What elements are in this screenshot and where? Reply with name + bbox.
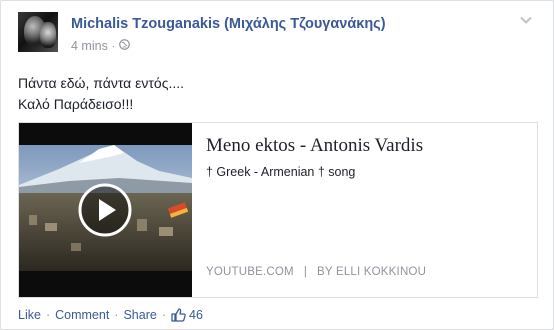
shared-link-preview[interactable]: Meno ektos - Antonis Vardis † Greek - Ar… — [18, 122, 538, 298]
link-details: Meno ektos - Antonis Vardis † Greek - Ar… — [192, 123, 537, 297]
thumbs-up-icon — [171, 308, 186, 322]
action-separator: · — [114, 308, 119, 322]
comment-button[interactable]: Comment — [55, 308, 109, 322]
link-source: YOUTUBE.COM | BY ELLI KOKKINOU — [206, 266, 426, 278]
link-source-separator: | — [303, 266, 308, 278]
avatar-figure-secondary — [40, 22, 56, 48]
meta-separator: · — [111, 40, 116, 52]
like-count-value: 46 — [189, 308, 203, 322]
globe-icon[interactable] — [119, 39, 131, 53]
author-avatar[interactable] — [18, 12, 58, 52]
post-timestamp[interactable]: 4 mins — [71, 39, 108, 53]
play-icon[interactable] — [77, 182, 133, 238]
post-text-line-1: Πάντα εδώ, πάντα εντός.... — [18, 75, 184, 91]
share-button[interactable]: Share — [123, 308, 156, 322]
author-name-link[interactable]: Michalis Tzouganakis (Μιχάλης Τζουγανάκη… — [71, 16, 386, 32]
post-text-line-2: Καλό Παράδεισο!!! — [18, 96, 134, 112]
like-count[interactable]: 46 — [171, 308, 203, 322]
action-separator: · — [45, 308, 51, 322]
link-byline[interactable]: BY ELLI KOKKINOU — [317, 266, 426, 278]
video-thumbnail[interactable] — [19, 123, 192, 297]
chevron-down-icon[interactable] — [519, 13, 533, 27]
link-description: † Greek - Armenian † song — [206, 165, 356, 179]
link-title[interactable]: Meno ektos - Antonis Vardis — [206, 135, 423, 157]
link-domain: YOUTUBE.COM — [206, 266, 294, 278]
news-feed-post: Michalis Tzouganakis (Μιχάλης Τζουγανάκη… — [0, 0, 554, 330]
post-message: Πάντα εδώ, πάντα εντός.... Καλό Παράδεισ… — [18, 73, 184, 115]
post-actions-bar: Like · Comment · Share · 46 — [18, 308, 203, 322]
post-meta: 4 mins · — [71, 39, 131, 53]
like-button[interactable]: Like — [18, 308, 41, 322]
action-separator: · — [161, 308, 166, 322]
